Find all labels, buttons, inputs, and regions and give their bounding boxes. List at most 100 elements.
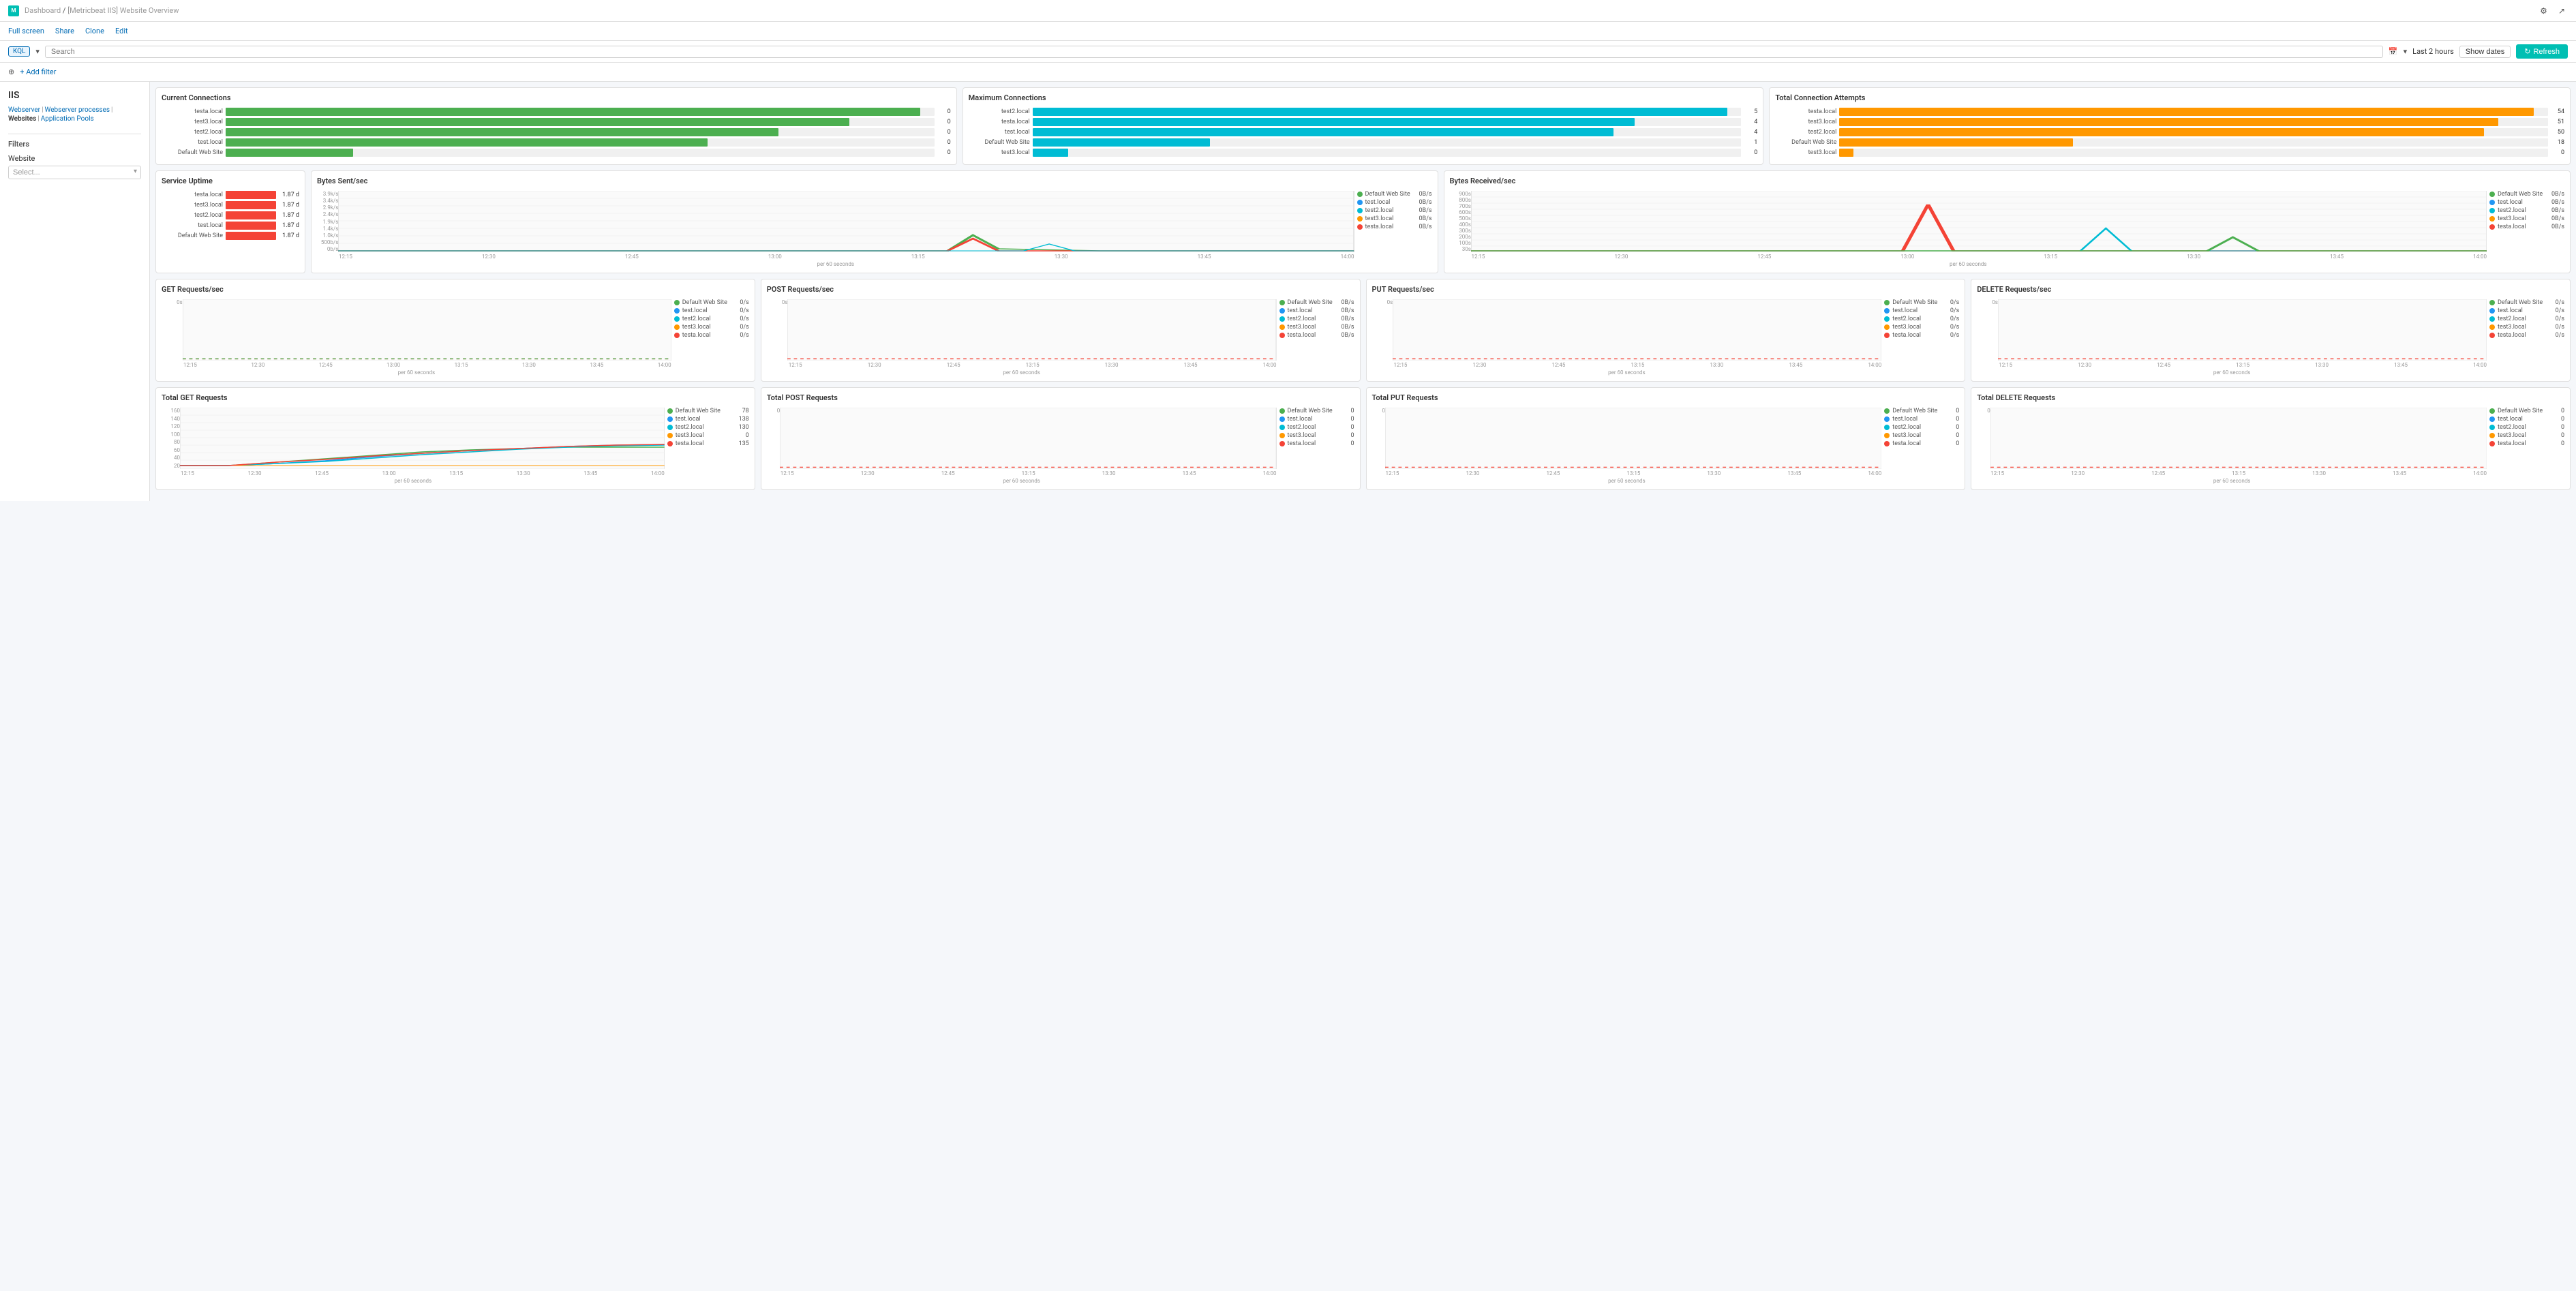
top-bar-controls: ⚙ ↗ [2537,5,2568,17]
legend-item: testa.local0B/s [2489,224,2564,230]
kql-badge[interactable]: KQL [8,46,30,57]
uptime-item: test2.local 1.87 d [162,211,299,219]
service-uptime-panel: Service Uptime testa.local 1.87 d test3.… [155,170,305,273]
search-input[interactable] [45,46,2383,58]
bytes-sent-title: Bytes Sent/sec [317,177,1432,185]
total-put-legend: Default Web Site0 test.local0 test2.loca… [1884,408,1959,484]
legend-item: test2.local0B/s [1357,207,1432,214]
filters-title: Filters [8,134,141,149]
x-axis: 12:15 12:30 12:45 13:00 13:15 13:30 13:4… [162,362,671,368]
website-filter-wrapper: Select... [8,166,141,179]
bytes-received-legend: Default Web Site0B/s test.local0B/s test… [2489,191,2564,267]
legend-item: testa.local0/s [1884,332,1959,339]
x-axis: 12:15 12:30 12:45 13:00 13:15 13:30 13:4… [1450,254,2487,260]
x-axis: 12:15 12:30 12:45 13:15 13:30 13:45 14:0… [1372,470,1882,476]
legend-item: testa.local0/s [674,332,749,339]
total-get-chart: 160 140 120 100 80 60 40 20 [162,408,749,484]
total-post-legend: Default Web Site0 test.local0 test2.loca… [1279,408,1354,484]
get-requests-title: GET Requests/sec [162,285,749,294]
uptime-item: testa.local 1.87 d [162,191,299,199]
total-get-title: Total GET Requests [162,393,749,402]
bar-item: test.local 4 [969,128,1758,136]
webserver-processes-link[interactable]: Webserver processes [45,106,110,114]
legend-item: test.local0B/s [1279,307,1354,314]
y-axis: 0 [1977,408,1990,469]
bytes-received-chart-area: 900s 800s 700s 600s 500s 400s 300s 200s … [1450,191,2565,267]
webserver-link[interactable]: Webserver [8,106,40,114]
dropdown-arrow-icon[interactable]: ▾ [35,47,40,56]
legend-item: testa.local0 [1884,440,1959,447]
put-requests-panel: PUT Requests/sec 0s [1366,279,1966,382]
x-axis: 12:15 12:30 12:45 13:00 13:15 13:30 13:4… [317,254,1354,260]
legend-item: test3.local0/s [674,324,749,331]
y-axis: 0s [162,299,183,361]
chart-subtitle: per 60 seconds [1977,369,2487,376]
action-bar: Full screen Share Clone Edit [0,22,2576,41]
y-axis: 0s [1977,299,1998,361]
legend-item: testa.local0B/s [1357,224,1432,230]
legend-item: test.local0/s [2489,307,2564,314]
bar-item: test.local 0 [162,138,951,147]
legend-item: test2.local0 [1279,424,1354,431]
get-requests-chart: 0s 12:15 12:30 12:45 1 [162,299,749,376]
refresh-icon: ↻ [2524,47,2530,56]
total-post-svg [780,408,1276,469]
total-delete-legend: Default Web Site0 test.local0 test2.loca… [2489,408,2564,484]
post-requests-legend: Default Web Site0B/s test.local0B/s test… [1279,299,1354,376]
total-get-svg [180,408,665,469]
row-1: Current Connections testa.local 0 test3.… [155,87,2571,165]
legend-item: test.local0B/s [1357,199,1432,206]
show-dates-button[interactable]: Show dates [2459,46,2511,58]
y-axis: 160 140 120 100 80 60 40 20 [162,408,180,469]
share-icon[interactable]: ↗ [2556,5,2568,17]
legend-item: test.local0B/s [2489,199,2564,206]
fullscreen-link[interactable]: Full screen [8,27,44,35]
calendar-icon[interactable]: 📅 [2389,47,2398,56]
website-filter-select[interactable]: Select... [8,166,141,179]
total-connection-attempts-panel: Total Connection Attempts testa.local 54… [1769,87,2571,165]
clone-link[interactable]: Clone [85,27,104,35]
total-put-svg [1385,408,1881,469]
total-post-chart: 0 12:15 12:30 12:45 13:15 [767,408,1354,484]
y-axis: 0s [1372,299,1393,361]
bytes-sent-svg [338,191,1354,252]
chart-subtitle: per 60 seconds [317,261,1354,267]
bar-item: testa.local 0 [162,108,951,116]
y-axis: 3.9k/s 3.4k/s 2.9k/s 2.4k/s 1.9k/s 1.4k/… [317,191,338,252]
sidebar-links: Webserver | Webserver processes | Websit… [8,106,141,123]
websites-link[interactable]: Websites [8,115,36,123]
bar-item: Default Web Site 18 [1775,138,2564,147]
edit-link[interactable]: Edit [115,27,128,35]
breadcrumb: Dashboard / [Metricbeat IIS] Website Ove… [25,6,179,15]
dropdown-icon[interactable]: ▾ [2404,47,2408,56]
legend-item: test3.local0B/s [1357,215,1432,222]
put-requests-chart: 0s 12:15 12:30 12:45 13:15 [1372,299,1960,376]
add-filter-button[interactable]: + Add filter [20,67,56,76]
total-connection-attempts-title: Total Connection Attempts [1775,93,2564,102]
settings-icon[interactable]: ⚙ [2537,5,2550,17]
top-bar: M Dashboard / [Metricbeat IIS] Website O… [0,0,2576,22]
total-put-chart: 0 12:15 12:30 12:45 13:15 [1372,408,1960,484]
app-logo: M [8,5,19,16]
legend-item: testa.local0 [2489,440,2564,447]
service-uptime-title: Service Uptime [162,177,299,185]
share-link[interactable]: Share [55,27,74,35]
delete-requests-svg [1998,299,2487,361]
bar-item: Default Web Site 1 [969,138,1758,147]
legend-item: test2.local0B/s [1279,316,1354,322]
total-get-panel: Total GET Requests 160 140 120 100 80 60 [155,387,755,490]
filter-icon: ⊕ [8,67,14,76]
legend-item: test3.local0 [1884,432,1959,439]
post-requests-chart: 0s 12:15 12:30 12:45 13:15 [767,299,1354,376]
bytes-sent-chart-area: 3.9k/s 3.4k/s 2.9k/s 2.4k/s 1.9k/s 1.4k/… [317,191,1432,267]
legend-item: test.local138 [667,416,749,423]
bytes-sent-panel: Bytes Sent/sec 3.9k/s 3.4k/s 2.9k/s 2.4k… [311,170,1438,273]
row-2: Service Uptime testa.local 1.87 d test3.… [155,170,2571,273]
refresh-button[interactable]: ↻ Refresh [2516,44,2568,59]
x-axis: 12:15 12:30 12:45 13:15 13:30 13:45 14:0… [1372,362,1882,368]
legend-item: testa.local0 [1279,440,1354,447]
chart-subtitle: per 60 seconds [162,369,671,376]
legend-item: test.local0 [1884,416,1959,423]
application-pools-link[interactable]: Application Pools [41,115,94,123]
legend-item: Default Web Site0/s [1884,299,1959,306]
